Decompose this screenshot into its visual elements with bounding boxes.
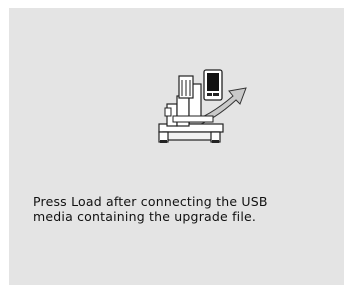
instruction-message: Press Load after connecting the USB medi…: [33, 194, 333, 224]
lcd-panel-icon: [203, 69, 223, 101]
embroidery-machine-upgrade-icon: [158, 69, 247, 143]
message-line-2: media containing the upgrade file.: [33, 209, 257, 224]
upgrade-screen: Press Load after connecting the USB medi…: [9, 8, 344, 285]
message-line-1: Press Load after connecting the USB: [33, 194, 268, 209]
